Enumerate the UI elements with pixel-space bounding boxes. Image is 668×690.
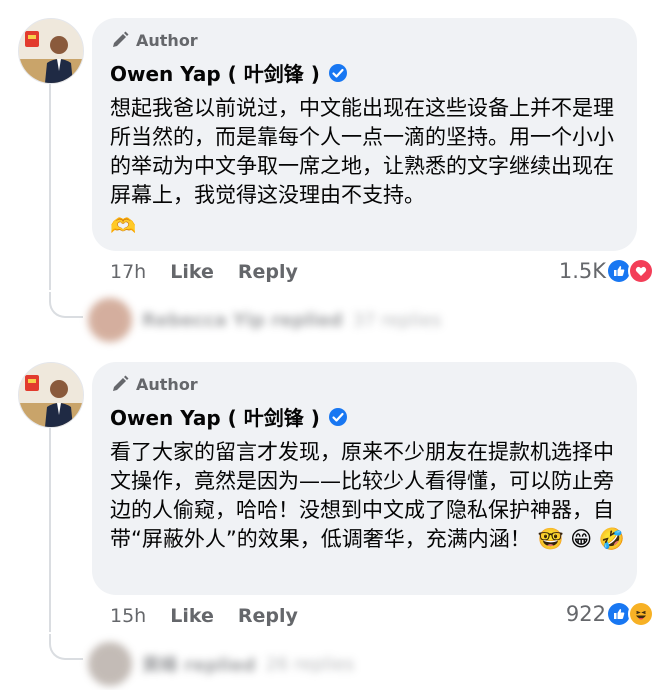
thread-connector — [49, 634, 83, 660]
comment-actions: 15h Like Reply — [110, 605, 298, 627]
pencil-icon — [113, 375, 129, 391]
reply-count: 37 replies — [352, 309, 442, 331]
author-badge-label: Author — [136, 30, 198, 50]
avatar[interactable] — [18, 362, 84, 428]
replier-name: 黄峰 replied — [142, 655, 256, 676]
author-badge-label: Author — [136, 374, 198, 394]
replier-avatar — [88, 298, 132, 342]
reaction-summary[interactable]: 922 — [566, 601, 654, 627]
author-badge: Author — [110, 30, 198, 50]
reaction-emoji-icon: 🤓 😁 🤣 — [537, 527, 625, 551]
comment-body: 想起我爸以前说过，中文能出现在这些设备上并不是理所当然的，而是靠每个人一点一滴的… — [110, 96, 614, 207]
comment-bubble: Author Owen Yap ( 叶剑锋 ) 看了大家的留言才发现，原来不少朋… — [92, 362, 637, 595]
comment-text: 看了大家的留言才发现，原来不少朋友在提款机选择中文操作，竟然是因为——比较少人看… — [110, 438, 630, 554]
reply-count: 26 replies — [265, 653, 355, 675]
reply-button[interactable]: Reply — [238, 605, 298, 627]
heart-hands-emoji-icon: 🫶 — [110, 214, 137, 238]
reaction-count: 1.5K — [558, 259, 606, 283]
reaction-count: 922 — [565, 602, 606, 626]
reply-button[interactable]: Reply — [238, 261, 298, 283]
reaction-summary[interactable]: 1.5K — [559, 258, 654, 284]
thread-line — [49, 428, 51, 632]
replier-avatar — [88, 642, 132, 686]
replier-name: Rebecca Yip replied — [142, 309, 343, 331]
view-replies-link[interactable]: 黄峰 replied 26 replies — [88, 642, 354, 686]
like-button[interactable]: Like — [170, 261, 214, 283]
pencil-icon — [113, 31, 129, 47]
commenter-name[interactable]: Owen Yap ( 叶剑锋 ) — [110, 58, 320, 87]
timestamp[interactable]: 17h — [110, 261, 146, 283]
verified-icon — [328, 407, 347, 426]
comment-bubble: Author Owen Yap ( 叶剑锋 ) 想起我爸以前说过，中文能出现在这… — [92, 18, 637, 251]
like-button[interactable]: Like — [170, 605, 214, 627]
comment-actions: 17h Like Reply — [110, 261, 298, 283]
avatar[interactable] — [18, 18, 84, 84]
haha-icon — [628, 601, 654, 627]
author-badge: Author — [110, 374, 198, 394]
view-replies-link[interactable]: Rebecca Yip replied 37 replies — [88, 298, 441, 342]
timestamp[interactable]: 15h — [110, 605, 146, 627]
verified-icon — [328, 63, 347, 82]
thread-connector — [49, 292, 83, 318]
thread-line — [49, 84, 51, 290]
comment-text: 想起我爸以前说过，中文能出现在这些设备上并不是理所当然的，而是靠每个人一点一滴的… — [110, 94, 630, 241]
love-icon — [628, 258, 654, 284]
commenter-name[interactable]: Owen Yap ( 叶剑锋 ) — [110, 402, 320, 431]
